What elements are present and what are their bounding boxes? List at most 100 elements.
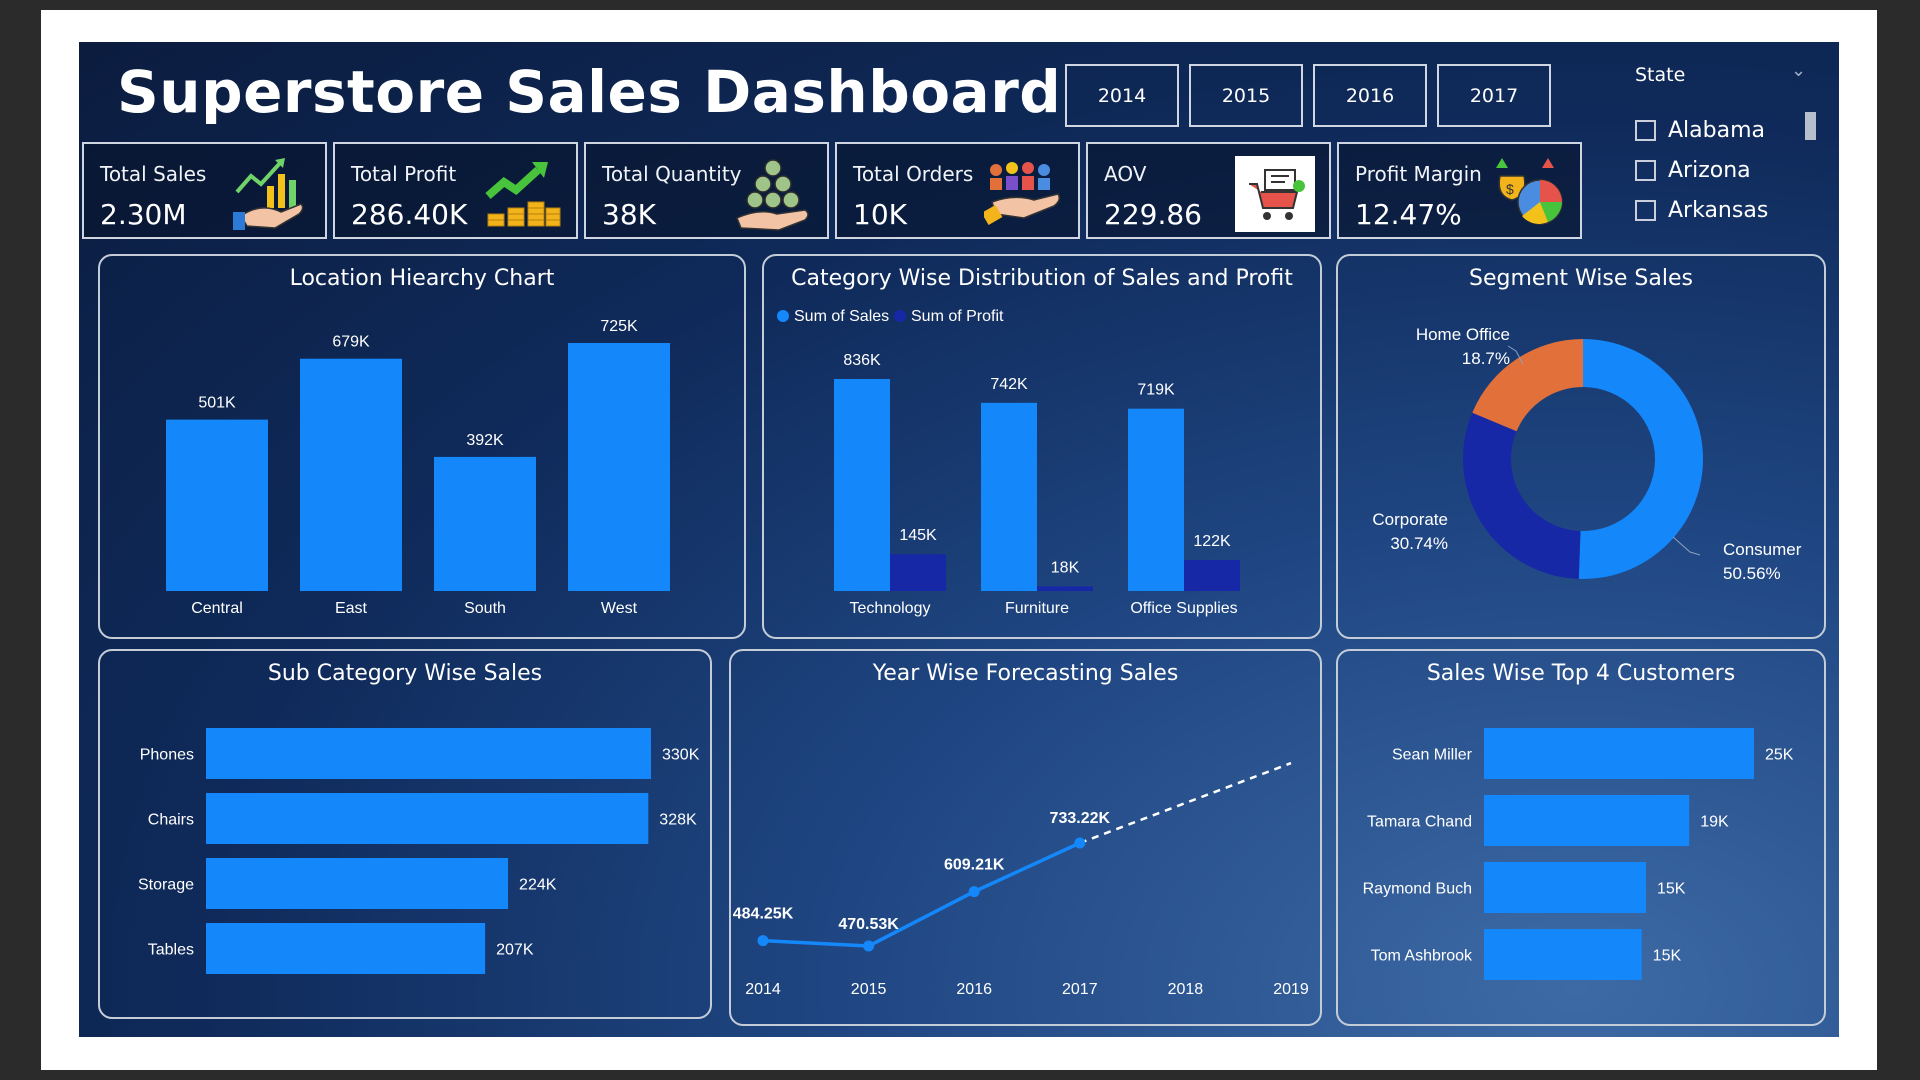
kpi-value: 10K — [853, 198, 907, 231]
data-label: 679K — [332, 334, 370, 351]
slice-value-label: 30.74% — [1390, 534, 1448, 553]
data-label: 484.25K — [733, 906, 794, 923]
subcategory-sales-panel: Sub Category Wise Sales Phones 330K Chairs… — [98, 649, 712, 1019]
data-label: 25K — [1765, 747, 1794, 764]
forecast-line — [1079, 761, 1292, 845]
year-button-2015[interactable]: 2015 — [1189, 64, 1303, 127]
bar-profit-technology[interactable] — [890, 554, 946, 591]
x-tick-label: West — [601, 600, 638, 617]
bar-sales-technology[interactable] — [834, 379, 890, 591]
data-point[interactable] — [757, 935, 769, 947]
bar-tables[interactable] — [206, 923, 486, 974]
kpi-card-profit-margin: Profit Margin 12.47% $ — [1337, 142, 1582, 239]
year-button-2017[interactable]: 2017 — [1437, 64, 1551, 127]
state-option-alabama[interactable]: Alabama — [1635, 118, 1765, 143]
shopping-cart-icon — [1235, 156, 1315, 232]
kpi-label: Total Quantity — [602, 162, 742, 186]
kpi-card-total-orders: Total Orders 10K — [835, 142, 1080, 239]
kpi-label: Total Orders — [853, 162, 974, 186]
slicer-scrollbar[interactable] — [1805, 112, 1816, 140]
subcategory-bar-chart: Phones 330K Chairs 328K Storage 224K Tables 207… — [138, 728, 700, 974]
bar-phones[interactable] — [206, 728, 651, 779]
bar-sales-office-supplies[interactable] — [1128, 408, 1184, 591]
bar-central[interactable] — [166, 419, 268, 591]
bar-sean-miller[interactable] — [1484, 728, 1754, 779]
forecast-sales-panel: Year Wise Forecasting Sales 2014 2015 2016… — [729, 649, 1322, 1026]
customers-bar-chart: Sean Miller 25K Tamara Chand 19K Raymond Buc… — [1363, 728, 1794, 980]
svg-text:$: $ — [1506, 181, 1514, 197]
slice-value-label: 18.7% — [1462, 349, 1510, 368]
profit-coins-icon — [485, 162, 561, 227]
money-bags-icon — [736, 159, 809, 231]
x-tick-label: 2014 — [745, 981, 781, 998]
checkbox[interactable] — [1635, 160, 1656, 181]
bar-tom-ashbrook[interactable] — [1484, 929, 1642, 980]
slice-name-label: Corporate — [1372, 510, 1448, 529]
forecast-line-chart: 2014 2015 2016 2017 2018 2019 484.25K 470.53K 60… — [733, 761, 1309, 998]
y-tick-label: Storage — [138, 877, 194, 894]
bar-profit-office-supplies[interactable] — [1184, 560, 1240, 591]
data-point[interactable] — [968, 886, 980, 898]
kpi-label: AOV — [1104, 162, 1147, 186]
checkbox[interactable] — [1635, 120, 1656, 141]
y-tick-label: Tamara Chand — [1367, 814, 1472, 831]
y-tick-label: Tables — [148, 942, 194, 959]
bar-sales-furniture[interactable] — [981, 402, 1037, 591]
bar-chairs[interactable] — [206, 793, 649, 844]
segment-sales-panel: Segment Wise Sales Consumer 50.56% Corpora… — [1336, 254, 1826, 639]
state-option-label: Arkansas — [1668, 198, 1769, 223]
legend-profit-marker — [894, 310, 906, 322]
data-label: 328K — [659, 812, 697, 829]
state-option-arkansas[interactable]: Arkansas — [1635, 198, 1768, 223]
legend-sales-label: Sum of Sales — [794, 308, 889, 325]
bar-profit-furniture[interactable] — [1037, 586, 1093, 591]
bar-raymond-buch[interactable] — [1484, 862, 1646, 913]
data-label: 224K — [519, 877, 557, 894]
donut-slice-consumer[interactable] — [1578, 339, 1703, 579]
state-option-label: Arizona — [1668, 158, 1751, 183]
slice-name-label: Home Office — [1416, 325, 1510, 344]
data-label: 330K — [662, 747, 700, 764]
dashboard-title: Superstore Sales Dashboard — [117, 58, 1062, 126]
kpi-label: Profit Margin — [1355, 162, 1482, 186]
x-tick-label: Furniture — [1005, 600, 1069, 617]
state-option-arizona[interactable]: Arizona — [1635, 158, 1751, 183]
category-bar-chart: Sum of Sales Sum of Profit 836K 145K Techn… — [777, 308, 1240, 617]
x-tick-label: South — [464, 600, 506, 617]
data-label: 733.22K — [1050, 810, 1111, 827]
slice-name-label: Consumer — [1723, 540, 1802, 559]
data-label: 122K — [1193, 533, 1231, 550]
kpi-value: 2.30M — [100, 198, 187, 231]
data-point[interactable] — [1074, 837, 1086, 849]
actual-sales-line — [762, 841, 1081, 948]
x-tick-label: Central — [191, 600, 243, 617]
bar-tamara-chand[interactable] — [1484, 795, 1690, 846]
x-tick-label: 2018 — [1168, 981, 1204, 998]
state-slicer-label: State — [1635, 64, 1686, 86]
data-point[interactable] — [863, 940, 875, 952]
category-distribution-panel: Category Wise Distribution of Sales and … — [762, 254, 1322, 639]
bar-west[interactable] — [568, 343, 670, 591]
data-label: 836K — [843, 352, 881, 369]
data-label: 470.53K — [838, 916, 899, 933]
data-label: 145K — [899, 527, 937, 544]
chevron-down-icon[interactable]: ⌄ — [1791, 60, 1806, 81]
bar-storage[interactable] — [206, 858, 509, 909]
x-tick-label: Office Supplies — [1130, 600, 1237, 617]
data-label: 742K — [990, 376, 1028, 393]
kpi-card-total-quantity: Total Quantity 38K — [584, 142, 829, 239]
checkbox[interactable] — [1635, 200, 1656, 221]
y-tick-label: Phones — [140, 747, 194, 764]
customers-hand-icon — [984, 162, 1061, 226]
location-hierarchy-panel: Location Hiearchy Chart 501K Central 679K E… — [98, 254, 746, 639]
x-tick-label: 2019 — [1273, 981, 1309, 998]
bar-south[interactable] — [434, 456, 536, 591]
year-button-2016[interactable]: 2016 — [1313, 64, 1427, 127]
donut-slice-corporate[interactable] — [1463, 412, 1581, 579]
bar-east[interactable] — [300, 358, 402, 591]
year-button-2014[interactable]: 2014 — [1065, 64, 1179, 127]
state-slicer: State ⌄ Alabama Arizona Arkansas — [1635, 60, 1825, 223]
data-label: 19K — [1700, 814, 1729, 831]
sales-growth-icon — [233, 158, 304, 230]
dashboard-canvas: Superstore Sales Dashboard 2014 2015 201… — [79, 42, 1839, 1037]
